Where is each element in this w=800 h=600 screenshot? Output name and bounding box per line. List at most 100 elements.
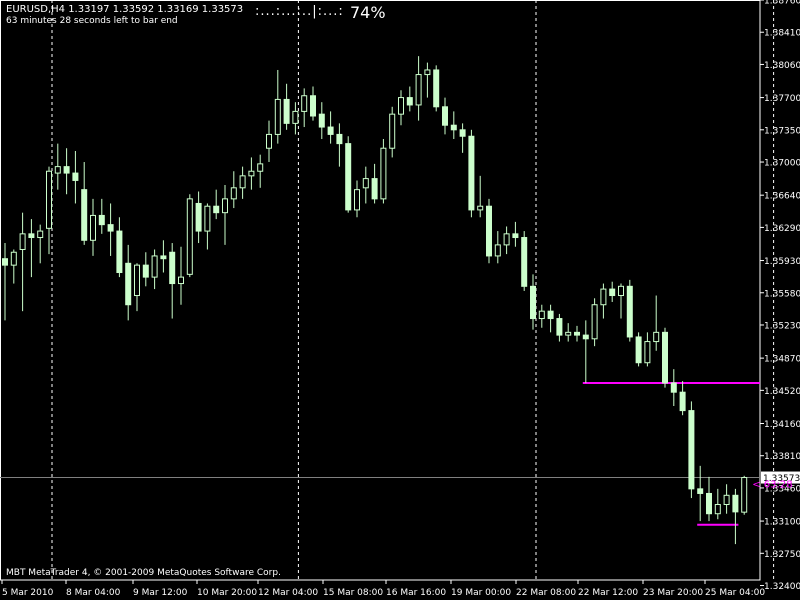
y-tick-label: 1.32750 <box>764 550 800 560</box>
candle <box>565 323 572 342</box>
candle-body <box>600 288 607 306</box>
candle-body <box>10 251 17 266</box>
candle-body <box>37 230 44 239</box>
candle <box>257 154 264 188</box>
candle <box>503 226 510 255</box>
candle-body <box>19 233 26 250</box>
x-tick-label: 25 Mar 04:00 <box>705 588 765 598</box>
candle <box>54 143 61 190</box>
candle <box>582 320 589 383</box>
candle-body <box>98 214 105 226</box>
y-tick-label: 1.32400 <box>764 582 800 592</box>
candle-body <box>556 318 563 336</box>
x-tick-label: 15 Mar 08:00 <box>323 588 383 598</box>
y-tick-label: 1.34870 <box>764 355 800 365</box>
candle <box>424 62 431 98</box>
candle <box>72 150 79 204</box>
candlestick-chart[interactable]: 1.38760 1.38410 1.38060 1.37700 1.37350 1.370… <box>0 0 800 600</box>
candle-body <box>626 285 633 338</box>
candle-body <box>266 133 272 149</box>
candle <box>442 97 448 135</box>
candle-body <box>635 336 642 364</box>
candle <box>160 240 167 273</box>
candle-body <box>248 170 255 177</box>
candle-body <box>609 288 616 297</box>
candle-body <box>318 113 325 128</box>
candle <box>600 283 607 319</box>
candle <box>186 194 193 278</box>
candle <box>169 243 176 319</box>
x-tick-label: 5 Mar 2010 <box>2 588 54 598</box>
candle-body <box>354 189 360 211</box>
candle-body <box>283 98 290 124</box>
candle-body <box>160 255 167 260</box>
candle-body <box>741 477 748 513</box>
y-tick-label: 1.38760 <box>764 0 800 7</box>
candle-body <box>723 494 730 506</box>
candle-body <box>204 205 211 232</box>
candle <box>670 369 677 406</box>
copyright-text: MBT MetaTrader 4, © 2001-2009 MetaQuotes… <box>6 568 281 578</box>
candle-body <box>90 214 96 241</box>
candle-body <box>345 143 352 211</box>
candle <box>46 166 52 255</box>
candle <box>28 219 35 278</box>
candle <box>63 148 70 195</box>
candle <box>266 120 272 163</box>
candle-body <box>591 304 598 340</box>
candle <box>318 102 325 140</box>
candle-body <box>547 310 554 320</box>
candle-body <box>107 224 114 232</box>
candle-body <box>670 382 677 393</box>
candle <box>310 86 316 121</box>
candle-body <box>134 264 140 297</box>
candle <box>512 221 519 247</box>
candle <box>618 283 624 319</box>
x-tick-label: 9 Mar 12:00 <box>133 588 188 598</box>
candle <box>415 56 422 121</box>
candle-body <box>653 331 660 343</box>
x-tick-label: 22 Mar 08:00 <box>516 588 576 598</box>
x-tick-label: 22 Mar 12:00 <box>578 588 638 598</box>
candle <box>380 139 387 204</box>
candle-body <box>142 264 149 278</box>
candle-body <box>186 198 193 275</box>
candle <box>626 279 633 342</box>
candle <box>433 65 440 112</box>
candle <box>653 295 660 351</box>
candle <box>459 123 466 153</box>
candle-body <box>28 233 35 239</box>
candle <box>732 488 739 545</box>
candle-body <box>433 69 440 108</box>
candle-body <box>406 97 413 106</box>
candle <box>292 102 299 135</box>
x-tick-label: 10 Mar 20:00 <box>197 588 257 598</box>
x-tick-label: 23 Mar 20:00 <box>643 588 703 598</box>
candle <box>151 249 158 290</box>
candle <box>547 304 554 333</box>
candle <box>345 136 352 213</box>
candle <box>10 249 17 284</box>
candle-body <box>336 133 343 145</box>
y-tick-label: 1.33810 <box>764 452 800 462</box>
candle <box>239 166 246 199</box>
candle <box>248 157 255 190</box>
candle-body <box>169 251 176 285</box>
x-tick-label: 16 Mar 16:00 <box>386 588 446 598</box>
candle-body <box>503 233 510 246</box>
candle-body <box>116 230 123 274</box>
candle <box>178 246 184 305</box>
candle-body <box>459 129 466 137</box>
chart-window[interactable]: 1.38760 1.38410 1.38060 1.37700 1.37350 1.370… <box>0 0 800 600</box>
candle <box>477 175 484 218</box>
candle <box>494 231 501 264</box>
candle-body <box>195 202 202 232</box>
candle <box>538 304 545 328</box>
candle <box>195 191 202 244</box>
bar-countdown-text: 63 minutes 28 seconds left to bar end <box>6 16 178 26</box>
candle <box>574 325 580 342</box>
candle <box>213 189 220 220</box>
candle-body <box>213 205 220 214</box>
chart-title: EURUSD,H4 1.33197 1.33592 1.33169 1.3357… <box>6 4 244 15</box>
candle-body <box>178 276 184 285</box>
